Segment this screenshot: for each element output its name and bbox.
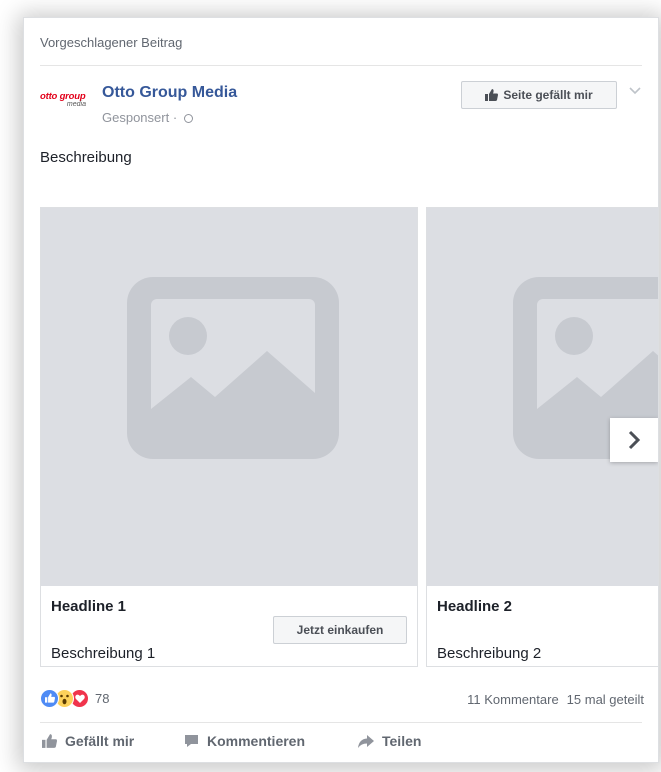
carousel-card[interactable]: Headline 1 Jetzt einkaufen Beschreibung … [40,207,418,667]
sponsored-line: Gesponsert · [102,110,193,125]
like-label: Gefällt mir [65,733,135,749]
image-placeholder-icon [127,277,339,459]
globe-icon [183,114,193,123]
comment-label: Kommentieren [207,733,306,749]
sponsored-post-card: Vorgeschlagener Beitrag otto group media… [24,18,658,762]
page-name-link[interactable]: Otto Group Media [102,84,237,102]
carousel-headline: Headline 1 [51,598,127,615]
carousel-description: Beschreibung 2 [437,645,542,662]
shares-count-link[interactable]: 15 mal geteilt [567,692,644,707]
thumbs-up-icon [485,89,499,101]
reactions-summary[interactable]: 78 [40,688,110,708]
like-button[interactable]: Gefällt mir [42,733,134,749]
carousel-next-button[interactable] [610,418,658,462]
shop-now-button[interactable]: Jetzt einkaufen [273,616,407,644]
share-label: Teilen [382,733,422,749]
suggested-post-label: Vorgeschlagener Beitrag [40,35,183,50]
share-button[interactable]: Teilen [358,733,421,749]
like-reaction-icon [40,688,59,708]
carousel-image[interactable] [41,208,417,586]
comment-button[interactable]: Kommentieren [184,733,305,749]
header-divider [40,65,642,66]
chevron-down-icon[interactable] [628,84,642,98]
like-page-label: Seite gefällt mir [503,88,593,102]
comments-count-link[interactable]: 11 Kommentare [467,692,559,707]
carousel-description: Beschreibung 1 [51,645,156,662]
comment-icon [185,735,198,747]
actions-divider [40,722,642,723]
post-description: Beschreibung [40,149,132,166]
chevron-right-icon [628,430,641,450]
share-arrow-icon [358,734,374,748]
page-logo[interactable]: otto group media [40,91,90,113]
logo-text-sub: media [66,101,86,108]
engagement-stats: 11 Kommentare 15 mal geteilt [467,692,644,707]
carousel-headline: Headline 2 [437,598,513,615]
thumbs-up-icon [42,734,57,748]
sponsored-label: Gesponsert · [102,110,178,125]
reaction-count: 78 [95,690,110,706]
like-page-button[interactable]: Seite gefällt mir [461,81,617,109]
carousel-image[interactable] [427,208,658,586]
